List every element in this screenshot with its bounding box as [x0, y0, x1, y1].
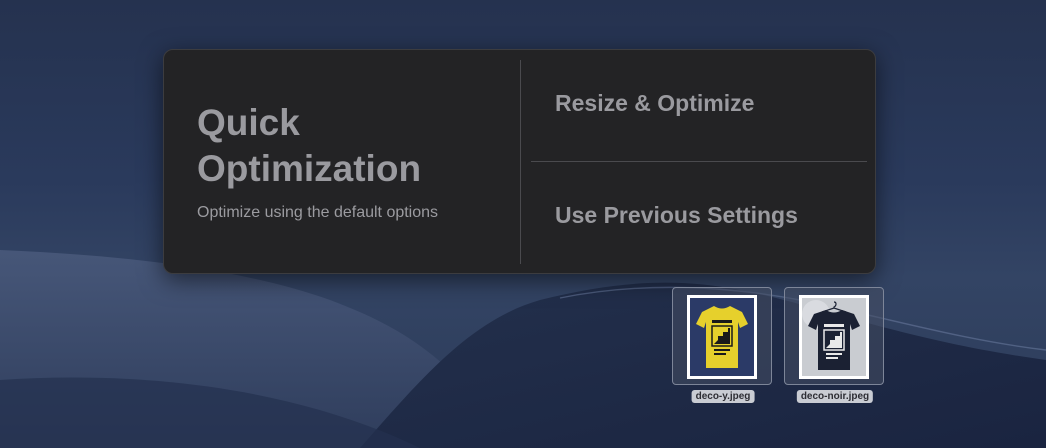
- tshirt-yellow-icon: [690, 298, 754, 376]
- file-selection-frame: [784, 287, 884, 385]
- file-thumbnail: [799, 295, 869, 379]
- resize-optimize-label: Resize & Optimize: [555, 90, 755, 116]
- dragged-file-deco-noir[interactable]: deco-noir.jpeg: [784, 287, 886, 407]
- use-previous-settings-label: Use Previous Settings: [555, 202, 798, 228]
- quick-optimization-drop-zone[interactable]: Quick Optimization Optimize using the de…: [164, 50, 520, 273]
- file-name-label: deco-y.jpeg: [691, 390, 755, 403]
- desktop: Quick Optimization Optimize using the de…: [0, 0, 1046, 448]
- file-selection-frame: [672, 287, 772, 385]
- quick-optimization-subtitle: Optimize using the default options: [197, 204, 439, 221]
- optimization-drop-panel: Quick Optimization Optimize using the de…: [163, 49, 876, 274]
- use-previous-settings-drop-zone[interactable]: Use Previous Settings: [521, 162, 876, 273]
- file-thumbnail: [687, 295, 757, 379]
- quick-optimization-title: Quick Optimization: [197, 102, 422, 189]
- tshirt-black-icon: [802, 298, 866, 376]
- dragged-file-deco-y[interactable]: deco-y.jpeg: [672, 287, 774, 407]
- file-name-label: deco-noir.jpeg: [796, 390, 874, 403]
- resize-optimize-drop-zone[interactable]: Resize & Optimize: [521, 50, 876, 161]
